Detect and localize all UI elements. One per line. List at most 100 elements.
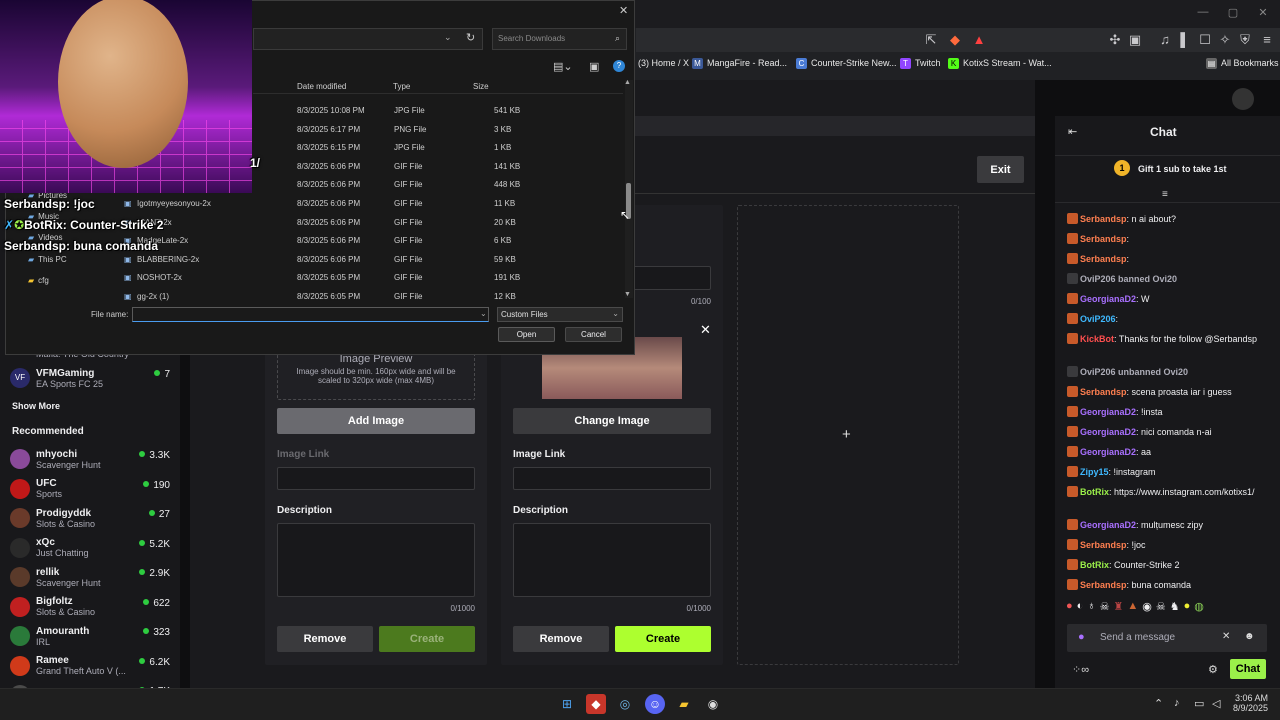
chat-username[interactable]: Serbandsp bbox=[1080, 214, 1127, 224]
chat-username[interactable]: GeorgianaD2 bbox=[1080, 294, 1136, 304]
volume-icon[interactable]: ◁ bbox=[1212, 697, 1220, 710]
chat-username[interactable]: Serbandsp bbox=[1080, 234, 1127, 244]
description-textarea-2[interactable] bbox=[513, 523, 711, 597]
nav-item[interactable]: ▰ This PC bbox=[28, 255, 67, 264]
network-icon[interactable]: ▭ bbox=[1194, 697, 1204, 710]
view-menu-icon[interactable]: ▤⌄ bbox=[553, 60, 573, 73]
menu-icon[interactable]: ≡ bbox=[1258, 31, 1276, 49]
scroll-up-icon[interactable]: ▲ bbox=[624, 79, 631, 86]
sidebar-channel[interactable]: rellik Scavenger Hunt 2.9K bbox=[10, 562, 170, 592]
brave-icon[interactable]: ◆ bbox=[586, 694, 606, 714]
emote-icon[interactable]: ● bbox=[1184, 600, 1191, 620]
dialog-search-field[interactable]: Search Downloads ⌕ bbox=[492, 28, 627, 50]
chat-username[interactable]: Serbandsp bbox=[1080, 580, 1127, 590]
exit-button[interactable]: Exit bbox=[977, 156, 1024, 183]
emote-icon[interactable]: ☠ bbox=[1100, 600, 1110, 620]
file-name-dropdown-icon[interactable]: ⌄ bbox=[480, 309, 487, 318]
preview-pane-icon[interactable]: ▣ bbox=[589, 60, 599, 73]
sidebar-channel[interactable]: mhyochi Scavenger Hunt 3.3K bbox=[10, 444, 170, 474]
remove-button-2[interactable]: Remove bbox=[513, 626, 609, 652]
chat-username[interactable]: GeorgianaD2 bbox=[1080, 447, 1136, 457]
file-row[interactable]: ▣ BLABBERING-2x 8/3/2025 6:06 PM GIF File 59… bbox=[120, 251, 640, 269]
scroll-down-icon[interactable]: ▼ bbox=[624, 291, 631, 298]
chat-username[interactable]: Serbandsp bbox=[1080, 387, 1127, 397]
tray-chevron-icon[interactable]: ⌃ bbox=[1154, 697, 1163, 710]
start-icon[interactable]: ⊞ bbox=[557, 694, 577, 714]
chat-username[interactable]: Zipy15 bbox=[1080, 467, 1109, 477]
settings-icon[interactable]: ⚙ bbox=[1208, 663, 1218, 676]
collapse-icon[interactable]: ⇤ bbox=[1068, 125, 1077, 138]
chat-username[interactable]: KickBot bbox=[1080, 334, 1114, 344]
change-image-button[interactable]: Change Image bbox=[513, 408, 711, 434]
share-icon[interactable]: ⇱ bbox=[922, 31, 940, 49]
brave-shield-icon[interactable]: ◆ bbox=[946, 31, 964, 49]
dialog-close-icon[interactable]: ✕ bbox=[619, 4, 628, 17]
emote-icon[interactable]: ● bbox=[1066, 600, 1073, 620]
extensions-icon[interactable]: ✣ bbox=[1106, 31, 1124, 49]
close-window-icon[interactable]: ✕ bbox=[1248, 6, 1278, 19]
nav-item[interactable]: ▰ cfg bbox=[28, 276, 49, 285]
user-avatar[interactable] bbox=[1232, 88, 1254, 110]
help-icon[interactable]: ? bbox=[613, 60, 625, 72]
chat-username[interactable]: BotRix bbox=[1080, 487, 1109, 497]
obs-icon[interactable]: ◉ bbox=[703, 694, 723, 714]
maximize-icon[interactable]: ▢ bbox=[1218, 6, 1248, 19]
bookmark-mangafire[interactable]: M MangaFire - Read... bbox=[692, 52, 787, 74]
clock[interactable]: 3:06 AM 8/9/2025 bbox=[1232, 693, 1268, 713]
chat-username[interactable]: GeorgianaD2 bbox=[1080, 407, 1136, 417]
image-link-input[interactable] bbox=[277, 467, 475, 490]
emoji-icon[interactable]: ☻ bbox=[1244, 631, 1255, 642]
file-row[interactable]: ▣ MadgeLate-2x 8/3/2025 6:06 PM GIF File 6 K… bbox=[120, 232, 640, 250]
music-icon[interactable]: ♫ bbox=[1156, 31, 1174, 49]
description-textarea[interactable] bbox=[277, 523, 475, 597]
sidebar-channel[interactable]: Prodigyddk Slots & Casino 27 bbox=[10, 503, 170, 533]
chat-username[interactable]: BotRix bbox=[1080, 560, 1109, 570]
points-icon[interactable]: ⁘∞ bbox=[1072, 663, 1089, 676]
screenshot-icon[interactable]: ▣ bbox=[1126, 31, 1144, 49]
file-row[interactable]: ▣ Igotmyeyesonyou-2x 8/3/2025 6:06 PM GIF F… bbox=[120, 195, 640, 213]
rewards-icon[interactable]: ▲ bbox=[970, 31, 988, 49]
file-type-select[interactable]: Custom Files ⌄ bbox=[497, 307, 623, 322]
open-button[interactable]: Open bbox=[498, 327, 555, 342]
show-more-link[interactable]: Show More bbox=[12, 401, 60, 411]
emote-icon[interactable]: ♁ bbox=[1087, 600, 1095, 620]
translate-icon[interactable]: ✕ bbox=[1222, 631, 1230, 642]
refresh-icon[interactable]: ↻ bbox=[466, 31, 475, 44]
col-date[interactable]: Date modified bbox=[297, 82, 346, 91]
col-size[interactable]: Size bbox=[473, 82, 489, 91]
emote-icon[interactable]: ♞ bbox=[1170, 600, 1180, 620]
create-button[interactable]: Create bbox=[379, 626, 475, 652]
file-explorer-icon[interactable]: ▰ bbox=[674, 694, 694, 714]
bookmark-counterstrike[interactable]: C Counter-Strike New... bbox=[796, 52, 897, 74]
bookmark-kotixs[interactable]: K KotixS Stream - Wat... bbox=[948, 52, 1052, 74]
emote-icon[interactable]: ◐ bbox=[1077, 600, 1084, 620]
bookmark-twitch[interactable]: T Twitch bbox=[900, 52, 941, 74]
emote-icon[interactable]: ☠ bbox=[1156, 600, 1166, 620]
bookmark-icon[interactable]: ☐ bbox=[1196, 31, 1214, 49]
add-image-button[interactable]: Add Image bbox=[277, 408, 475, 434]
image-link-input-2[interactable] bbox=[513, 467, 711, 490]
pinned-icon[interactable]: ≡ bbox=[1162, 189, 1168, 200]
sidebar-channel[interactable]: Bigfoltz Slots & Casino 622 bbox=[10, 592, 170, 622]
chat-send-button[interactable]: Chat bbox=[1230, 659, 1266, 679]
file-name-input[interactable] bbox=[132, 307, 489, 322]
minimize-icon[interactable]: — bbox=[1188, 6, 1218, 18]
gift-sub-button[interactable]: Gift 1 sub to take 1st bbox=[1138, 164, 1227, 174]
ai-icon[interactable]: ✧ bbox=[1216, 31, 1234, 49]
path-dropdown-icon[interactable]: ⌄ bbox=[444, 32, 452, 43]
chat-username[interactable]: Serbandsp bbox=[1080, 540, 1127, 550]
chat-username[interactable]: GeorgianaD2 bbox=[1080, 427, 1136, 437]
sidebar-channel[interactable]: UFC Sports 190 bbox=[10, 474, 170, 504]
file-row[interactable]: ▣ NOSHOT-2x 8/3/2025 6:05 PM GIF File 191 KB bbox=[120, 269, 640, 287]
microphone-icon[interactable]: ● bbox=[1078, 631, 1085, 643]
emote-icon[interactable]: ◉ bbox=[1142, 600, 1152, 620]
chat-username[interactable]: OviP206 bbox=[1080, 314, 1116, 324]
sidebar-channel-vfmgaming[interactable]: VF VFMGaming EA Sports FC 25 7 bbox=[10, 363, 170, 393]
sidebar-channel[interactable]: xQc Just Chatting 5.2K bbox=[10, 533, 170, 563]
sidebar-channel[interactable]: Ramee Grand Theft Auto V (... 6.2K bbox=[10, 651, 170, 681]
file-row[interactable]: ▣ gg-2x (1) 8/3/2025 6:05 PM GIF File 12 KB bbox=[120, 288, 640, 306]
remove-button[interactable]: Remove bbox=[277, 626, 373, 652]
col-type[interactable]: Type bbox=[393, 82, 410, 91]
sidebar-channel[interactable]: Amouranth IRL 323 bbox=[10, 621, 170, 651]
file-row[interactable]: ▣ ICANT-2x 8/3/2025 6:06 PM GIF File 20 KB bbox=[120, 214, 640, 232]
